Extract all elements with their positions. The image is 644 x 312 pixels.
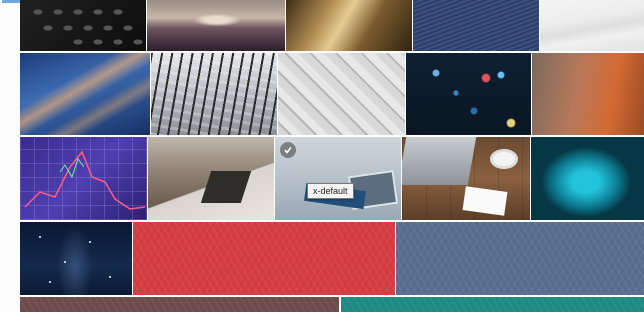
thumbnail-teal-chevron[interactable] (341, 297, 644, 312)
thumbnail-sunset-sea[interactable] (147, 0, 285, 51)
thumbnail-starry-sky[interactable] (20, 222, 132, 295)
thumbnail-keyboard-keys[interactable] (20, 0, 146, 51)
thumbnail-laptop-coffee[interactable] (402, 137, 530, 220)
thumbnail-blue-fabric[interactable] (413, 0, 539, 51)
left-sidebar-edge (0, 0, 20, 312)
thumbnail-slate-blue-chevron[interactable] (396, 222, 644, 295)
thumbnail-mixing-console[interactable] (151, 53, 277, 135)
thumbnail-white-marble[interactable] (540, 0, 644, 51)
thumbnail-red-chevron[interactable] (133, 222, 395, 295)
notepad-shape (462, 186, 508, 216)
thumbnail-office-desk-laptop[interactable] (148, 137, 274, 220)
thumbnail-tooltip: x-default (307, 183, 354, 199)
thumbnail-blue-water[interactable] (20, 53, 150, 135)
thumbnail-stock-chart[interactable] (20, 137, 147, 220)
stock-line-graphic (24, 150, 146, 210)
thumbnail-white-3d-pattern[interactable] (278, 53, 405, 135)
selected-check-icon (280, 142, 296, 158)
laptop-shape (200, 171, 252, 203)
thumbnail-city-bokeh[interactable] (406, 53, 531, 135)
coffee-cup-shape (490, 149, 518, 169)
thumbnail-cyan-bokeh[interactable] (531, 137, 644, 220)
thumbnail-orange-blur[interactable] (532, 53, 644, 135)
thumbnail-tablet-notebook-desk[interactable]: x-default (275, 137, 401, 220)
thumbnail-brown-chevron[interactable] (20, 297, 339, 312)
thumbnail-golden-blur[interactable] (286, 0, 412, 51)
laptop-on-desk-shape (402, 137, 477, 185)
